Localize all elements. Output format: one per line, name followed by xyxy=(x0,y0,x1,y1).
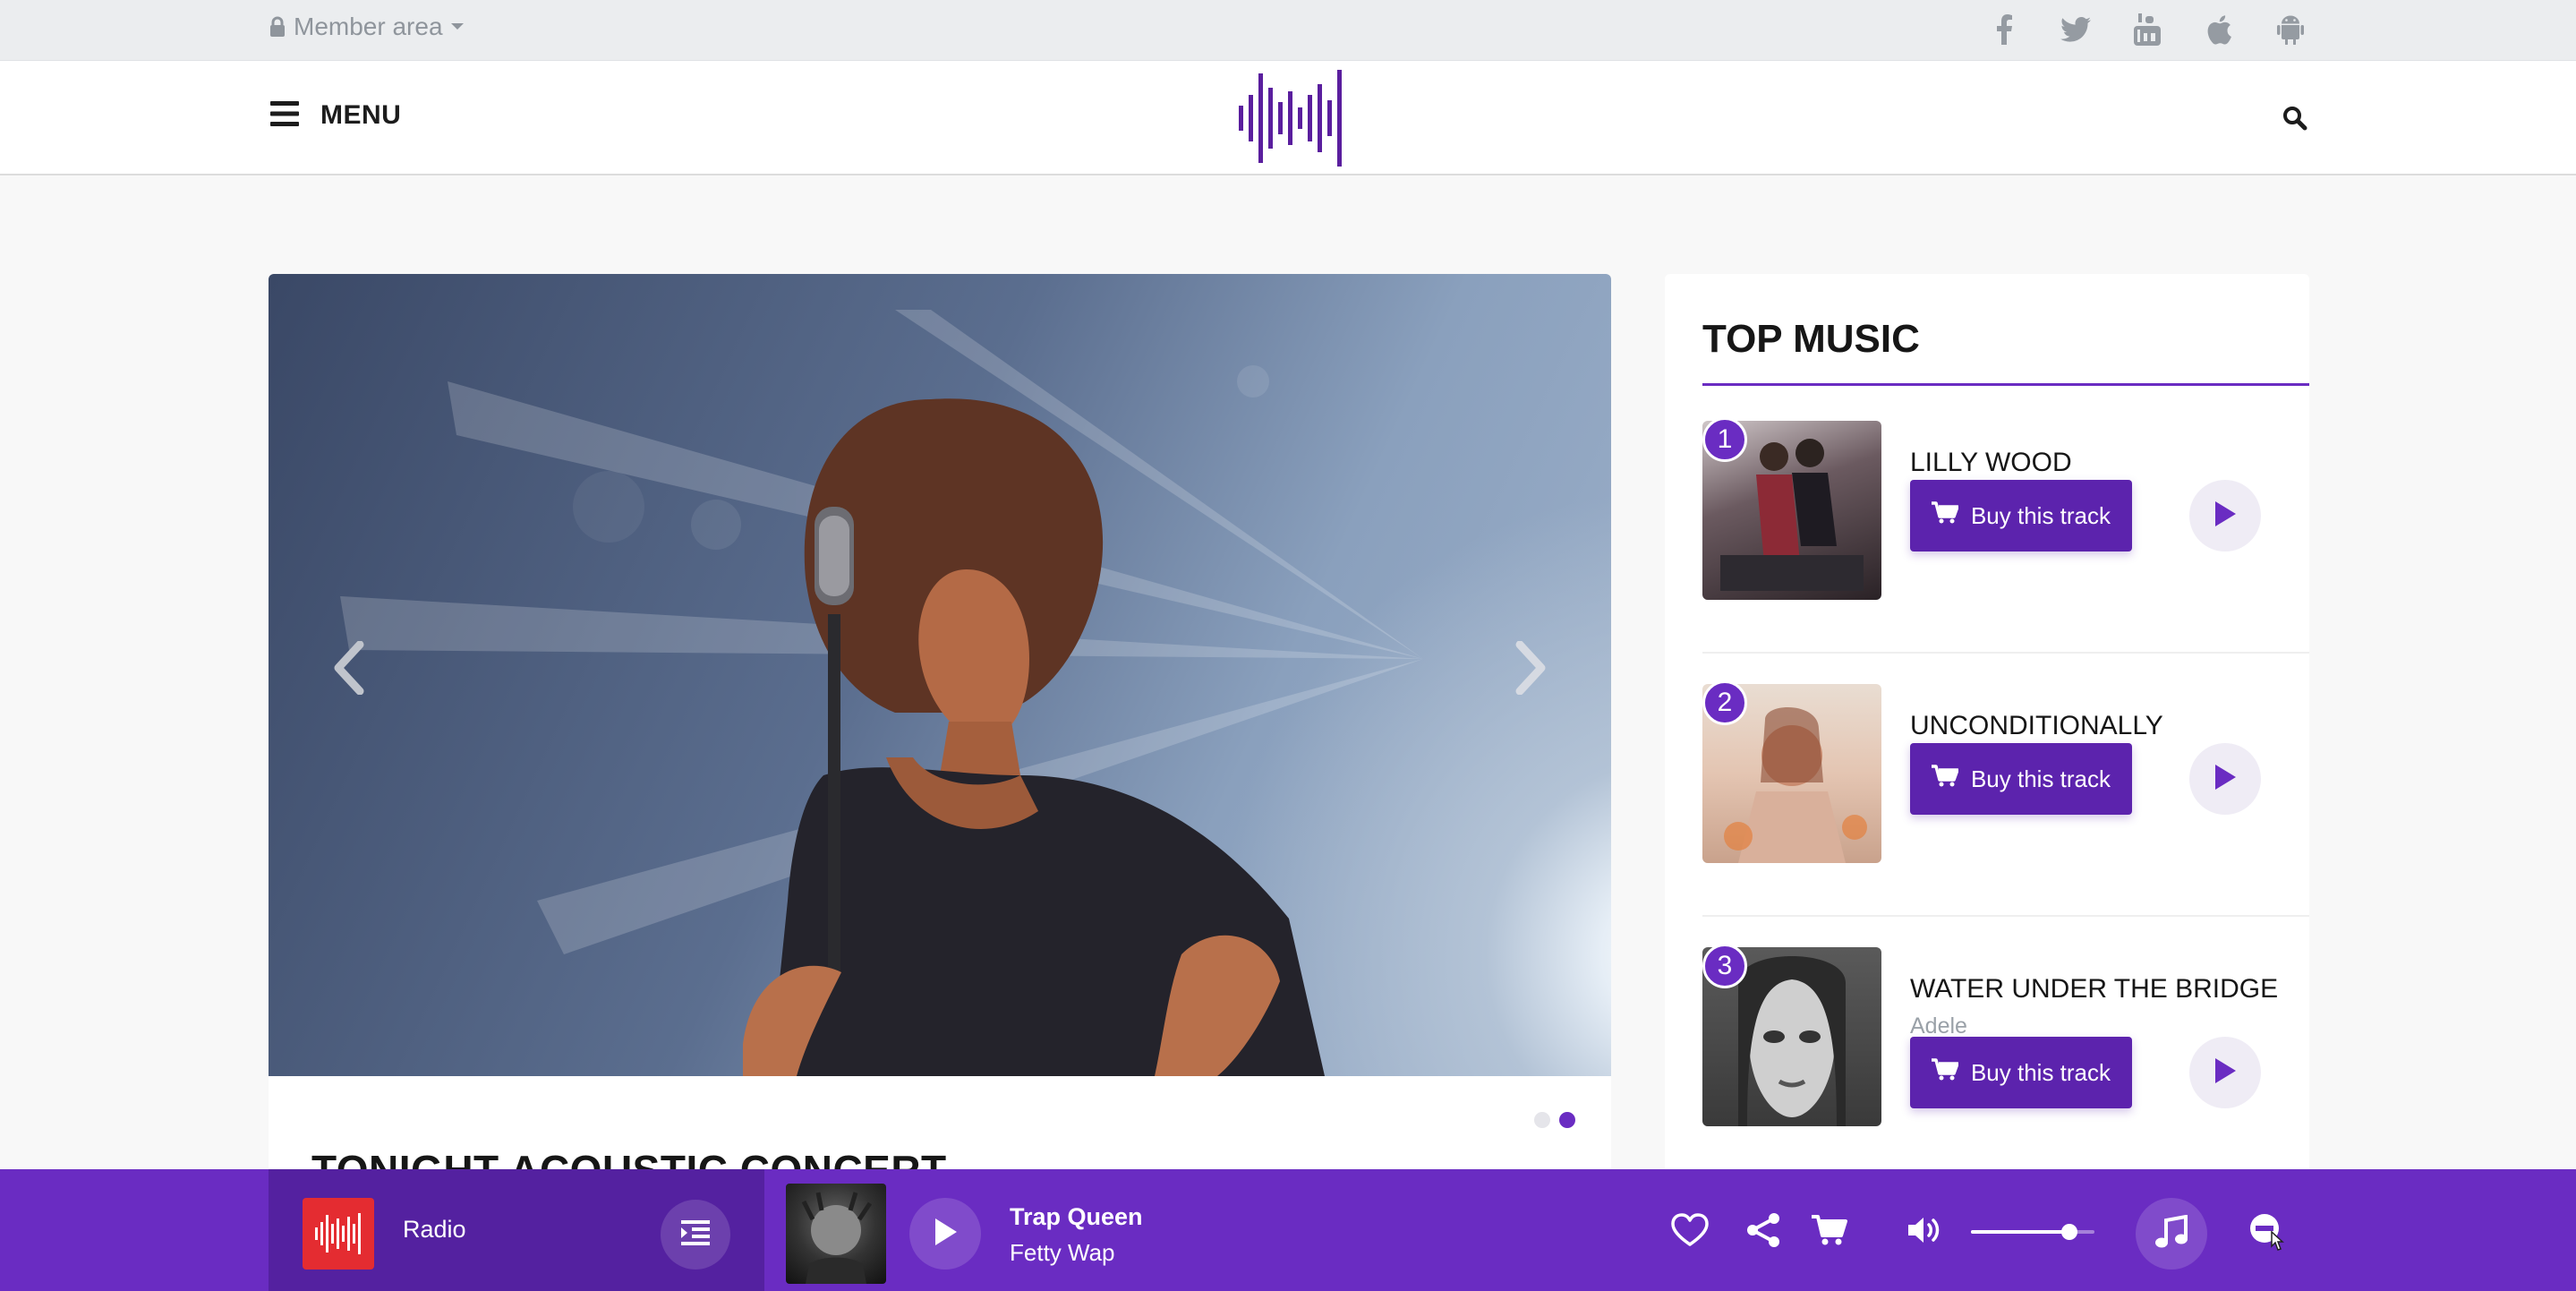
volume-icon[interactable] xyxy=(1905,1210,1944,1250)
play-icon xyxy=(933,1218,958,1251)
track-title[interactable]: WATER UNDER THE BRIDGE xyxy=(1910,974,2278,1005)
twitter-icon[interactable] xyxy=(2059,13,2093,47)
track-artist[interactable]: Adele xyxy=(1910,1013,1967,1039)
apple-icon[interactable] xyxy=(2202,13,2236,47)
music-note-icon xyxy=(2155,1214,2188,1253)
music-library-button[interactable] xyxy=(2136,1198,2207,1270)
search-icon[interactable] xyxy=(2282,106,2307,135)
buy-track-label: Buy this track xyxy=(1970,501,2111,529)
member-area-label: Member area xyxy=(294,13,443,40)
member-area-dropdown[interactable]: Member area xyxy=(269,13,465,41)
volume-handle[interactable] xyxy=(2061,1224,2078,1240)
top-music-panel: TOP MUSIC 1 LILLY WOOD Buy this track 2 … xyxy=(1665,274,2309,1259)
radio-label: Radio xyxy=(403,1216,466,1243)
play-icon xyxy=(2213,1057,2237,1089)
playlist-icon xyxy=(681,1219,710,1250)
title-divider xyxy=(1702,383,2309,386)
track-rank-badge: 2 xyxy=(1702,680,1747,725)
now-playing-title: Trap Queen xyxy=(1010,1203,1143,1230)
play-icon xyxy=(2213,764,2237,795)
track-rank-badge: 1 xyxy=(1702,417,1747,462)
buy-track-button[interactable]: Buy this track xyxy=(1910,1037,2132,1108)
menu-label: MENU xyxy=(320,100,402,130)
caret-down-icon xyxy=(450,22,465,31)
playlist-toggle-button[interactable] xyxy=(661,1200,730,1270)
social-links xyxy=(1987,13,2307,47)
track-rank-badge: 3 xyxy=(1702,944,1747,988)
play-track-button[interactable] xyxy=(2189,1037,2261,1108)
buy-track-button[interactable]: Buy this track xyxy=(1910,480,2132,551)
cart-icon xyxy=(1931,1057,1959,1088)
facebook-icon[interactable] xyxy=(1987,13,2021,47)
now-playing-artist: Fetty Wap xyxy=(1010,1239,1115,1266)
top-bar: Member area xyxy=(0,0,2576,61)
track-title[interactable]: LILLY WOOD xyxy=(1910,448,2072,478)
volume-level xyxy=(1971,1230,2070,1234)
site-header: MENU xyxy=(0,61,2576,175)
track-item: 1 LILLY WOOD Buy this track xyxy=(1702,390,2309,654)
radio-section: Radio xyxy=(269,1169,764,1291)
heart-icon[interactable] xyxy=(1670,1210,1710,1250)
buy-track-button[interactable]: Buy this track xyxy=(1910,743,2132,815)
buy-track-label: Buy this track xyxy=(1970,765,2111,792)
track-title[interactable]: UNCONDITIONALLY xyxy=(1910,711,2163,741)
slider-dots xyxy=(1534,1112,1575,1128)
cart-icon[interactable] xyxy=(1810,1210,1849,1250)
track-item: 3 WATER UNDER THE BRIDGE Adele Buy this … xyxy=(1702,917,2309,1180)
slider-next-arrow[interactable] xyxy=(1504,632,1557,704)
play-track-button[interactable] xyxy=(2189,480,2261,551)
play-icon xyxy=(2213,500,2237,532)
menu-button[interactable]: MENU xyxy=(270,100,401,131)
slider-dot-2[interactable] xyxy=(1559,1112,1575,1128)
audio-player-bar: Radio Trap Queen Fetty Wap xyxy=(0,1169,2576,1291)
play-track-button[interactable] xyxy=(2189,743,2261,815)
hamburger-icon xyxy=(270,100,299,131)
now-playing-cover[interactable] xyxy=(786,1184,886,1284)
buy-track-label: Buy this track xyxy=(1970,1058,2111,1086)
cart-icon xyxy=(1931,500,1959,531)
volume-slider[interactable] xyxy=(1971,1224,2094,1240)
track-item: 2 UNCONDITIONALLY Buy this track xyxy=(1702,654,2309,917)
top-music-title: TOP MUSIC xyxy=(1702,317,1920,361)
hero-slider: TONIGHT ACOUSTIC CONCERT xyxy=(269,274,1611,1259)
android-icon[interactable] xyxy=(2273,13,2307,47)
collapse-player-icon[interactable] xyxy=(2247,1212,2286,1252)
site-logo[interactable] xyxy=(1235,68,1352,173)
main-play-button[interactable] xyxy=(909,1198,981,1270)
youtube-icon[interactable] xyxy=(2130,13,2164,47)
slider-prev-arrow[interactable] xyxy=(322,632,376,704)
slider-dot-1[interactable] xyxy=(1534,1112,1550,1128)
cart-icon xyxy=(1931,764,1959,794)
share-icon[interactable] xyxy=(1744,1210,1783,1250)
radio-logo[interactable] xyxy=(303,1198,374,1270)
lock-icon xyxy=(269,16,286,38)
hero-image-singer xyxy=(269,274,1611,1076)
